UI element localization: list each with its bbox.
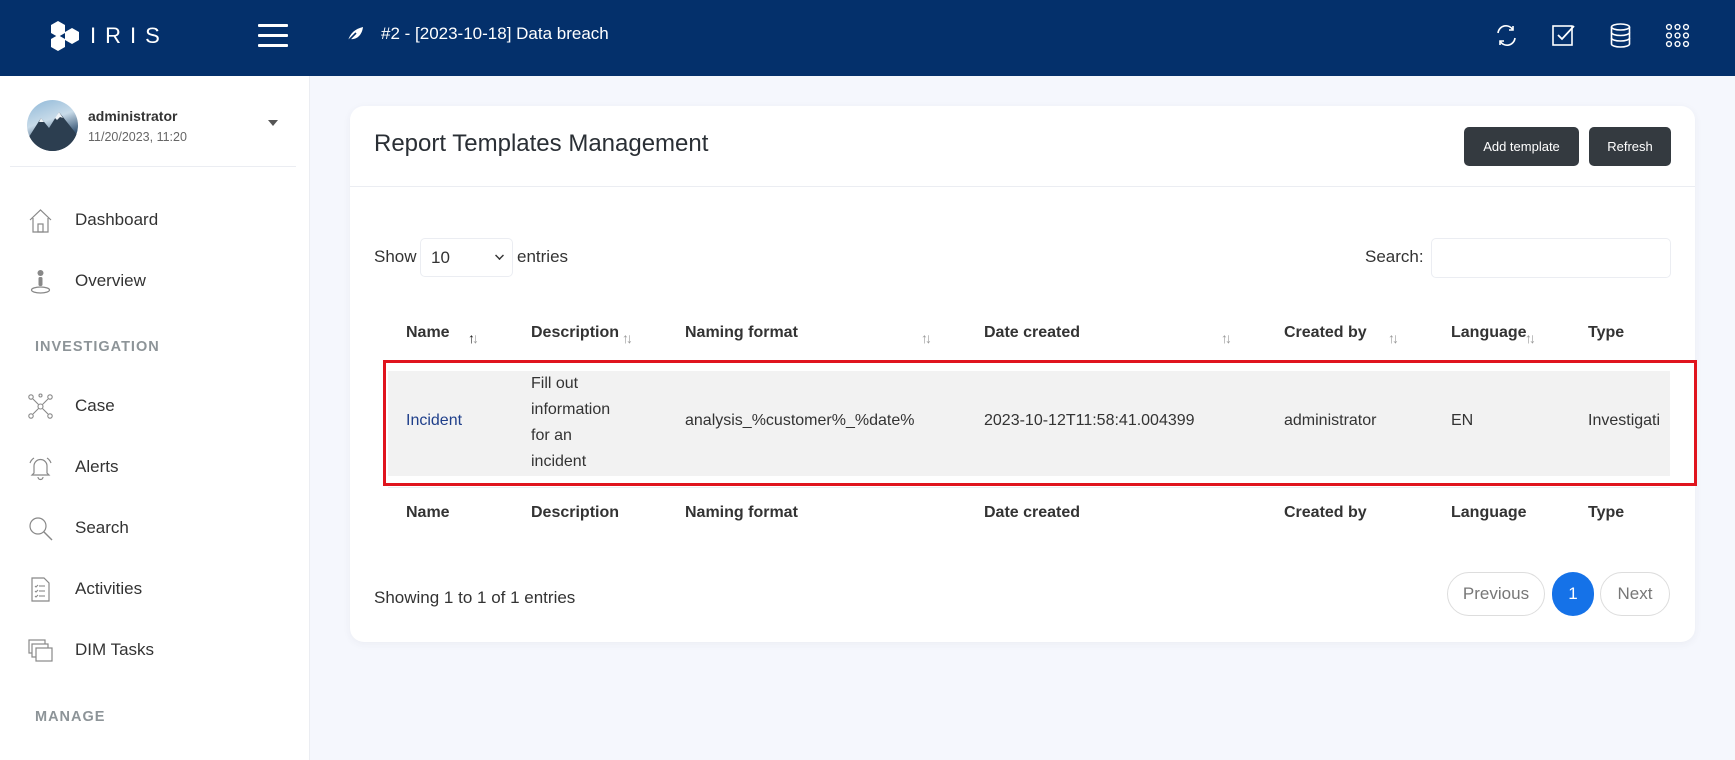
column-header-name[interactable]: Name: [406, 324, 450, 342]
divider: [10, 166, 296, 167]
column-header-date-created[interactable]: Date created: [984, 324, 1080, 342]
sidebar-item-alerts[interactable]: Alerts: [27, 451, 118, 483]
show-label: Show: [374, 247, 417, 266]
sort-icon[interactable]: ↑↓: [622, 330, 633, 346]
template-date-created: 2023-10-12T11:58:41.004399: [984, 412, 1195, 429]
add-template-button[interactable]: Add template: [1464, 127, 1579, 166]
template-description: Fill out information for an incident: [531, 371, 631, 475]
current-case[interactable]: #2 - [2023-10-18] Data breach: [345, 24, 609, 44]
apps-grid-icon[interactable]: [1664, 22, 1691, 49]
checkbox-icon[interactable]: [1550, 22, 1577, 49]
row-divider: [388, 487, 1670, 488]
sidebar: administrator 11/20/2023, 11:20 Dashboar…: [0, 76, 310, 760]
table-info: Showing 1 to 1 of 1 entries: [374, 588, 576, 607]
column-footer-description: Description: [531, 504, 620, 521]
column-footer-name: Name: [406, 504, 450, 521]
next-page-button[interactable]: Next: [1600, 572, 1670, 616]
activities-icon: [31, 576, 50, 602]
sidebar-item-activities[interactable]: Activities: [27, 573, 142, 605]
tasks-icon: [28, 638, 53, 662]
logo-text: IRIS: [90, 23, 169, 48]
column-header-naming-format[interactable]: Naming format: [685, 324, 798, 342]
sort-asc-icon[interactable]: ↑↓: [468, 330, 479, 346]
sidebar-item-label: DIM Tasks: [75, 640, 155, 659]
user-name: administrator: [88, 108, 178, 124]
description-line: information: [531, 401, 611, 418]
column-footer-created-by: Created by: [1284, 504, 1367, 521]
card-header-divider: [350, 186, 1695, 187]
chevron-down-icon: [495, 251, 504, 260]
home-icon: [29, 208, 52, 233]
table-row[interactable]: Incident Fill out information for an inc…: [388, 371, 1670, 476]
page-title: Report Templates Management: [374, 130, 709, 157]
column-header-created-by[interactable]: Created by: [1284, 324, 1367, 342]
sidebar-item-dashboard[interactable]: Dashboard: [27, 204, 158, 236]
user-datetime: 11/20/2023, 11:20: [88, 130, 187, 144]
column-footer-date-created: Date created: [984, 504, 1081, 521]
mountain-image: [27, 112, 78, 151]
template-language: EN: [1451, 412, 1474, 429]
sidebar-item-label: Case: [75, 396, 115, 415]
sort-icon[interactable]: ↑↓: [1388, 330, 1399, 346]
template-naming-format: analysis_%customer%_%date%: [685, 412, 915, 429]
sidebar-item-label: Dashboard: [75, 210, 159, 229]
sort-icon[interactable]: ↑↓: [1525, 330, 1536, 346]
sidebar-item-label: Overview: [75, 271, 146, 290]
report-templates-card: Report Templates Management Add template…: [350, 106, 1697, 642]
column-footer-language: Language: [1451, 504, 1527, 521]
sidebar-item-case[interactable]: Case: [27, 390, 115, 422]
search-icon: [29, 516, 53, 540]
bell-icon: [29, 456, 52, 480]
logo[interactable]: IRIS: [48, 18, 169, 54]
sidebar-item-search[interactable]: Search: [27, 512, 129, 544]
previous-page-button[interactable]: Previous: [1447, 572, 1545, 616]
sidebar-item-label: Search: [75, 518, 129, 537]
sort-icon[interactable]: ↑↓: [921, 330, 932, 346]
hamburger-line: [258, 34, 288, 37]
description-line: incident: [531, 453, 587, 470]
refresh-button[interactable]: Refresh: [1589, 127, 1671, 166]
description-line: for an: [531, 427, 572, 444]
description-line: Fill out: [531, 375, 579, 392]
overview-icon: [30, 269, 51, 294]
case-icon: [28, 392, 53, 419]
top-navbar: IRIS #2 - [2023-10-18] Data breach: [0, 0, 1735, 76]
column-header-description[interactable]: Description: [531, 324, 619, 342]
database-icon[interactable]: [1607, 22, 1634, 49]
sync-icon[interactable]: [1493, 22, 1520, 49]
template-name-link[interactable]: Incident: [406, 412, 462, 430]
case-title-text: #2 - [2023-10-18] Data breach: [381, 24, 609, 43]
page-length-value: 10: [431, 247, 450, 267]
sidebar-item-dim-tasks[interactable]: DIM Tasks: [27, 634, 154, 666]
section-manage: MANAGE: [35, 709, 106, 725]
column-footer-type: Type: [1588, 504, 1625, 521]
iris-logo-icon: [51, 21, 79, 51]
topbar-actions: [1493, 22, 1691, 49]
template-type: Investigati: [1588, 412, 1661, 429]
sidebar-item-label: Alerts: [75, 457, 119, 476]
caret-down-icon[interactable]: [268, 120, 278, 126]
avatar: [27, 100, 78, 151]
hamburger-line: [258, 24, 288, 27]
page-length-select[interactable]: 10: [420, 238, 513, 277]
column-footer-naming-format: Naming format: [685, 504, 798, 521]
user-panel[interactable]: administrator 11/20/2023, 11:20: [27, 100, 297, 152]
leaf-icon: [346, 27, 363, 43]
page-1-button[interactable]: 1: [1552, 572, 1594, 616]
sort-icon[interactable]: ↑↓: [1221, 330, 1232, 346]
entries-label: entries: [517, 247, 569, 266]
menu-toggle-button[interactable]: [258, 24, 288, 48]
search-label: Search:: [1365, 247, 1424, 266]
sidebar-item-overview[interactable]: Overview: [27, 265, 146, 297]
search-input[interactable]: [1431, 238, 1671, 278]
sidebar-item-label: Activities: [75, 579, 143, 598]
hamburger-line: [258, 44, 288, 47]
section-investigation: INVESTIGATION: [35, 339, 160, 355]
column-header-type[interactable]: Type: [1588, 324, 1624, 342]
column-header-language[interactable]: Language: [1451, 324, 1527, 342]
template-created-by: administrator: [1284, 412, 1377, 429]
